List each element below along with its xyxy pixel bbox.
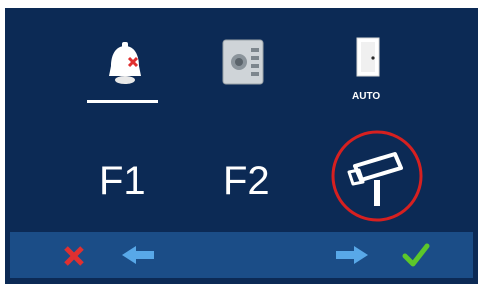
intercom-panel-icon[interactable] — [221, 38, 265, 86]
bell-mute-icon[interactable] — [95, 38, 155, 92]
selection-underline — [87, 100, 158, 103]
arrow-left-icon[interactable] — [120, 232, 156, 278]
intercom-menu-screen: AUTO F1 F2 — [5, 8, 478, 284]
bottom-navigation-bar — [10, 232, 473, 278]
checkmark-icon[interactable] — [402, 232, 430, 278]
auto-label: AUTO — [352, 91, 381, 102]
f1-button[interactable]: F1 — [99, 158, 146, 204]
arrow-right-icon[interactable] — [334, 232, 370, 278]
door-icon[interactable] — [355, 36, 383, 78]
close-icon[interactable] — [62, 232, 86, 278]
camera-icon[interactable] — [329, 128, 425, 224]
f2-button[interactable]: F2 — [223, 158, 270, 204]
